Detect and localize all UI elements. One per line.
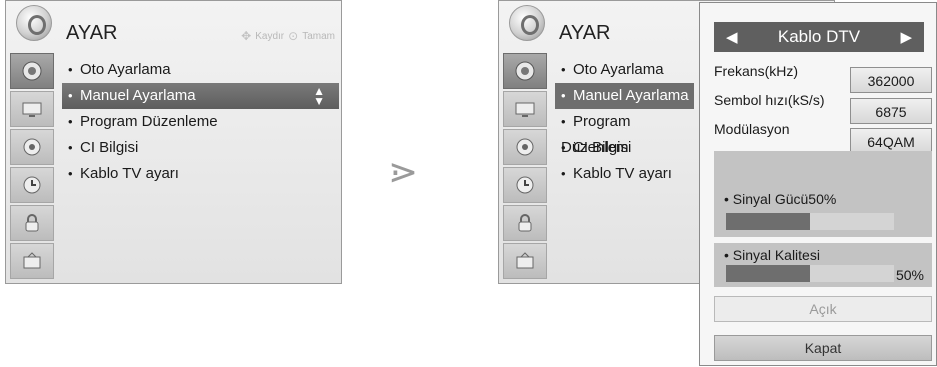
signal-quality-fill — [726, 265, 810, 282]
sidebar-item-time[interactable] — [10, 167, 54, 203]
sidebar-item-audio[interactable] — [10, 129, 54, 165]
lock-icon — [518, 214, 532, 232]
menu-item-label: Kablo TV ayarı — [573, 165, 672, 182]
menu-item-label: Manuel Ayarlama — [573, 87, 689, 104]
menu-item-cable-tv-setup[interactable]: • Kablo TV ayarı — [62, 161, 339, 187]
menu-item-label: CI Bilgisi — [80, 139, 139, 156]
lock-icon — [25, 214, 39, 232]
sidebar-item-setup[interactable] — [503, 53, 547, 89]
picture-icon — [515, 102, 535, 117]
settings-logo-icon — [509, 5, 545, 41]
menu-list: • Oto Ayarlama • Manuel Ayarlama ▲ ▼ • Progr… — [62, 57, 339, 187]
sidebar-item-picture[interactable] — [503, 91, 547, 127]
page-title: AYAR — [559, 22, 611, 44]
menu-item-label: Oto Ayarlama — [80, 61, 171, 78]
settings-logo-icon — [16, 5, 52, 41]
next-arrow-icon[interactable]: ▶ — [900, 28, 912, 46]
menu-item-program-edit[interactable]: • Program Düzenlem — [555, 109, 694, 156]
menu-item-auto-tuning[interactable]: • Oto Ayarlama — [62, 57, 339, 83]
symbol-rate-label: Sembol hızı(kS/s) — [714, 92, 825, 108]
sidebar-item-audio[interactable] — [503, 129, 547, 165]
frequency-field[interactable]: 362000 — [850, 67, 932, 93]
sidebar-item-lock[interactable] — [10, 205, 54, 241]
up-down-arrows-icon: ▲ ▼ — [313, 84, 325, 108]
frequency-row: Frekans(kHz) 362000 — [714, 63, 932, 93]
channel-type-selector[interactable]: ◀ Kablo DTV ▶ — [714, 22, 924, 52]
navigation-hints: ✥ Kaydır ⊙ Tamam — [241, 29, 335, 43]
menu-item-label: Oto Ayarlama — [573, 61, 664, 78]
menu-item-label: Manuel Ayarlama — [80, 87, 196, 104]
signal-quality-text: • Sinyal Kalitesi — [724, 247, 820, 263]
menu-item-manual-tuning[interactable]: • Manuel Ayarlama ▲ ▼ — [62, 83, 339, 109]
option-icon — [23, 252, 41, 269]
sidebar-item-setup[interactable] — [10, 53, 54, 89]
picture-icon — [22, 102, 42, 117]
close-button[interactable]: Kapat — [714, 335, 932, 361]
menu-item-auto-tuning[interactable]: • Oto Ayarlama — [555, 57, 694, 83]
manual-tuning-popup: ◀ Kablo DTV ▶ Frekans(kHz) 362000 Sembol… — [699, 2, 937, 366]
header: AYAR ✥ Kaydır ⊙ Tamam — [6, 1, 341, 53]
category-sidebar — [503, 53, 547, 281]
sidebar-item-picture[interactable] — [10, 91, 54, 127]
signal-strength-label: Sinyal Gücü50% — [732, 191, 837, 207]
transition-arrow-icon: ⋗ — [388, 152, 419, 193]
menu-item-ci-info[interactable]: • CI Bilgisi — [62, 135, 339, 161]
menu-item-label: Program Düzenleme — [80, 113, 218, 130]
previous-arrow-icon[interactable]: ◀ — [726, 28, 738, 46]
time-icon — [516, 176, 534, 194]
signal-strength-bar — [726, 213, 894, 230]
audio-icon — [516, 138, 534, 156]
frequency-label: Frekans(kHz) — [714, 63, 799, 79]
audio-icon — [23, 138, 41, 156]
sidebar-item-option[interactable] — [10, 243, 54, 279]
scroll-hint: Kaydır — [255, 30, 285, 42]
menu-list: • Oto Ayarlama • Manuel Ayarlama • Program … — [555, 57, 694, 187]
modulation-label: Modülasyon — [714, 121, 790, 137]
page-title: AYAR — [66, 22, 118, 44]
tv-setup-icon — [515, 61, 535, 81]
menu-item-program-edit[interactable]: • Program Düzenleme — [62, 109, 339, 135]
on-button[interactable]: Açık — [714, 296, 932, 322]
tv-setup-icon — [22, 61, 42, 81]
settings-screen-left: AYAR ✥ Kaydır ⊙ Tamam • Oto Ayarlama • Man… — [5, 0, 342, 284]
signal-strength-panel: • Sinyal Gücü50% — [714, 151, 932, 237]
sidebar-item-time[interactable] — [503, 167, 547, 203]
option-icon — [516, 252, 534, 269]
signal-quality-panel: • Sinyal Kalitesi 50% — [714, 243, 932, 287]
signal-quality-percent: 50% — [895, 267, 924, 283]
directional-pad-icon: ✥ — [241, 29, 252, 43]
signal-quality-label: Sinyal Kalitesi — [732, 247, 820, 263]
time-icon — [23, 176, 41, 194]
menu-item-label: CI Bilgisi — [573, 139, 632, 156]
symbol-rate-row: Sembol hızı(kS/s) 6875 — [714, 92, 932, 124]
menu-item-manual-tuning[interactable]: • Manuel Ayarlama — [555, 83, 694, 109]
channel-type-label: Kablo DTV — [777, 27, 861, 46]
sidebar-item-option[interactable] — [503, 243, 547, 279]
signal-quality-bar — [726, 265, 894, 282]
sidebar-item-lock[interactable] — [503, 205, 547, 241]
menu-item-ci-info[interactable]: • CI Bilgisi — [555, 135, 694, 161]
signal-strength-fill — [726, 213, 810, 230]
ok-hint: Tamam — [302, 30, 335, 42]
ok-button-icon: ⊙ — [288, 29, 299, 43]
signal-strength-text: • Sinyal Gücü50% — [724, 191, 837, 207]
menu-item-label: Kablo TV ayarı — [80, 165, 179, 182]
modulation-row: Modülasyon 64QAM — [714, 121, 932, 154]
category-sidebar — [10, 53, 54, 281]
menu-item-cable-tv-setup[interactable]: • Kablo TV ayarı — [555, 161, 694, 187]
